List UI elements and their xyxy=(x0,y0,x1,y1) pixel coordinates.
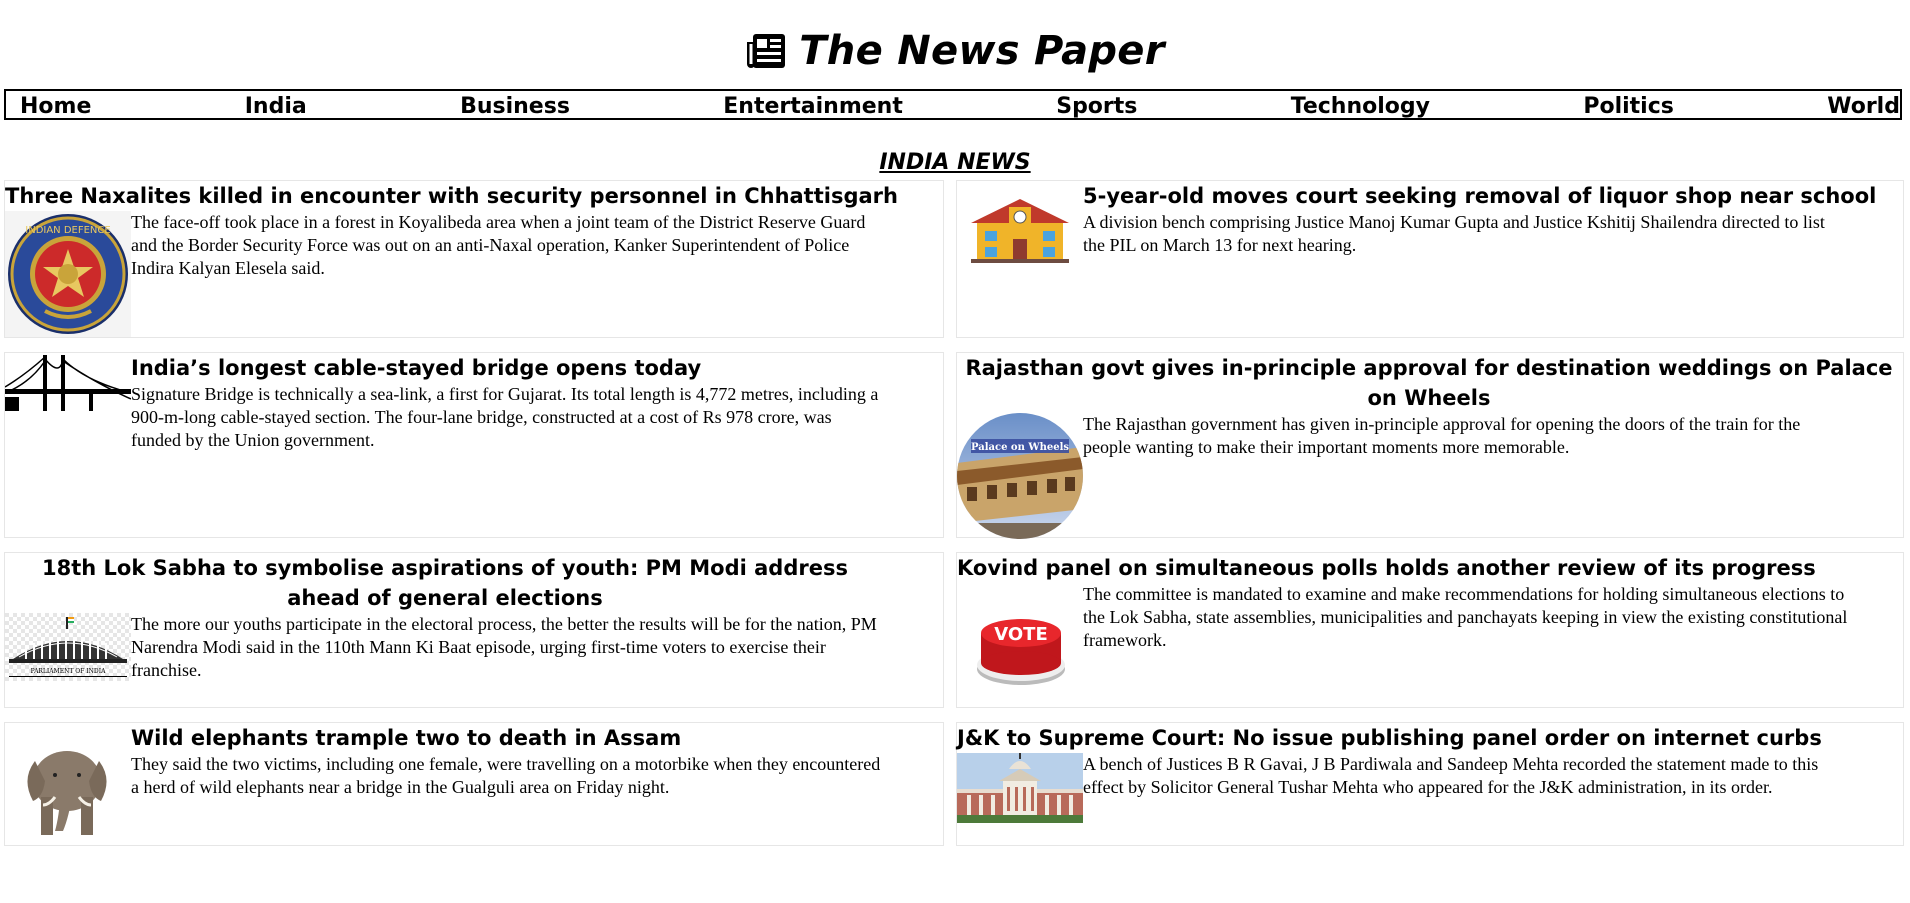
article-image-supreme-court[interactable] xyxy=(957,753,1083,823)
article-headline[interactable]: J&K to Supreme Court: No issue publishin… xyxy=(957,723,1901,753)
nav-item-sports[interactable]: Sports xyxy=(1056,92,1137,121)
nav-item-technology[interactable]: Technology xyxy=(1291,92,1430,121)
image-caption: VOTE xyxy=(994,624,1048,645)
main-nav: Home India Business Entertainment Sports… xyxy=(4,89,1902,120)
nav-item-home[interactable]: Home xyxy=(20,92,91,121)
section-title: INDIA NEWS xyxy=(879,150,1031,175)
svg-text:INDIAN DEFENCE: INDIAN DEFENCE xyxy=(25,225,110,236)
article-image-defence-emblem[interactable]: INDIAN DEFENCE xyxy=(5,211,131,337)
news-card[interactable]: India’s longest cable-stayed bridge open… xyxy=(4,352,944,538)
article-headline[interactable]: Rajasthan govt gives in-principle approv… xyxy=(957,353,1901,413)
news-card[interactable]: J&K to Supreme Court: No issue publishin… xyxy=(956,722,1904,846)
article-summary: The more our youths participate in the e… xyxy=(131,614,877,680)
newspaper-icon xyxy=(745,32,787,70)
site-title: The News Paper xyxy=(799,28,1165,74)
article-summary: A division bench comprising Justice Mano… xyxy=(1083,212,1825,255)
site-title-block[interactable]: The News Paper xyxy=(745,28,1165,74)
article-headline[interactable]: Wild elephants trample two to death in A… xyxy=(131,723,941,753)
news-card[interactable]: Three Naxalites killed in encounter with… xyxy=(4,180,944,338)
article-headline[interactable]: Three Naxalites killed in encounter with… xyxy=(5,181,941,211)
nav-item-india[interactable]: India xyxy=(245,92,307,121)
article-headline[interactable]: 18th Lok Sabha to symbolise aspirations … xyxy=(5,553,885,613)
site-header: The News Paper xyxy=(0,28,1910,74)
article-image-vote-button[interactable]: VOTE xyxy=(971,611,1071,691)
article-summary: They said the two victims, including one… xyxy=(131,754,881,797)
news-card[interactable]: 5-year-old moves court seeking removal o… xyxy=(956,180,1904,338)
news-card[interactable]: Rajasthan govt gives in-principle approv… xyxy=(956,352,1904,539)
article-summary: Signature Bridge is technically a sea-li… xyxy=(131,384,879,450)
article-image-elephant[interactable] xyxy=(17,731,117,837)
news-card[interactable]: Wild elephants trample two to death in A… xyxy=(4,722,944,846)
article-image-school[interactable] xyxy=(963,193,1077,263)
nav-item-world[interactable]: World xyxy=(1827,92,1900,121)
article-image-bridge[interactable] xyxy=(5,353,131,413)
news-card[interactable]: 18th Lok Sabha to symbolise aspirations … xyxy=(4,552,944,708)
nav-item-business[interactable]: Business xyxy=(460,92,570,121)
nav-item-politics[interactable]: Politics xyxy=(1583,92,1674,121)
article-image-palace-on-wheels[interactable]: Palace on Wheels xyxy=(957,413,1083,539)
news-card[interactable]: Kovind panel on simultaneous polls holds… xyxy=(956,552,1904,708)
article-headline[interactable]: 5-year-old moves court seeking removal o… xyxy=(1083,181,1901,211)
article-summary: A bench of Justices B R Gavai, J B Pardi… xyxy=(1083,754,1819,797)
nav-item-entertainment[interactable]: Entertainment xyxy=(723,92,903,121)
article-summary: The committee is mandated to examine and… xyxy=(1083,584,1848,650)
article-summary: The Rajasthan government has given in-pr… xyxy=(1083,414,1801,457)
image-caption: Palace on Wheels xyxy=(971,442,1069,453)
article-summary: The face-off took place in a forest in K… xyxy=(131,212,866,278)
article-headline[interactable]: India’s longest cable-stayed bridge open… xyxy=(131,353,941,383)
article-image-parliament[interactable]: PARLIAMENT OF INDIA xyxy=(5,613,131,681)
image-caption: PARLIAMENT OF INDIA xyxy=(31,668,106,675)
article-headline[interactable]: Kovind panel on simultaneous polls holds… xyxy=(957,553,1901,583)
